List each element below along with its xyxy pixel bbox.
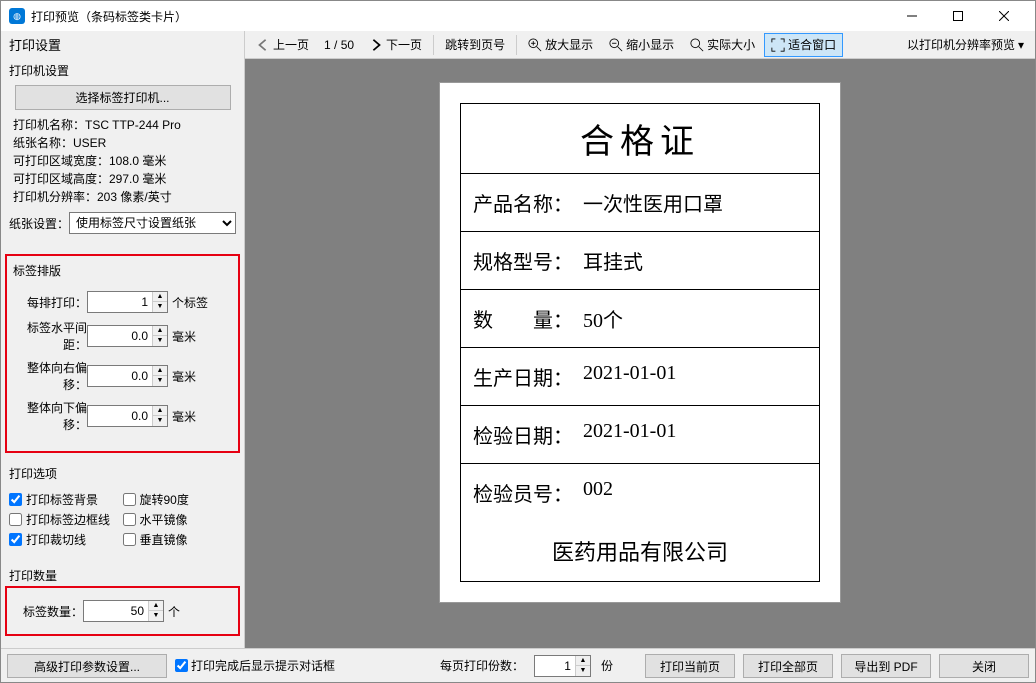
- print-all-button[interactable]: 打印全部页: [743, 654, 833, 678]
- cert-value: 2021-01-01: [583, 362, 807, 391]
- sidebar-header: 打印设置: [1, 33, 244, 58]
- per-row-label: 每排打印：: [13, 294, 87, 311]
- printer-dpi: 打印机分辨率：203 像素/英寸: [9, 188, 236, 206]
- cert-title: 合格证: [461, 104, 819, 174]
- preview-toolbar: 上一页 1 / 50 下一页 跳转到页号 放大显示 缩小显示 实际大小 适合窗口…: [245, 31, 1035, 59]
- copies-spinner[interactable]: ▲▼: [534, 655, 591, 677]
- paper-setting-label: 纸张设置：: [9, 215, 69, 232]
- qty-group-title: 打印数量: [5, 565, 240, 586]
- page-indicator: 1 / 50: [318, 38, 360, 52]
- cert-row: 检验日期：2021-01-01: [461, 406, 819, 464]
- print-height: 可打印区域高度：297.0 毫米: [9, 170, 236, 188]
- next-page-button[interactable]: 下一页: [362, 33, 429, 57]
- cert-value: 耳挂式: [583, 246, 807, 275]
- show-prompt-checkbox[interactable]: 打印完成后显示提示对话框: [175, 657, 335, 674]
- minimize-button[interactable]: [889, 1, 935, 31]
- rotate90-checkbox[interactable]: 旋转90度: [123, 491, 237, 508]
- paper-name: 纸张名称：USER: [9, 134, 236, 152]
- label-layout-group: 标签排版 每排打印： ▲▼ 个标签 标签水平间距： ▲▼ 毫米 整体向右偏移：: [5, 254, 240, 453]
- print-current-button[interactable]: 打印当前页: [645, 654, 735, 678]
- cert-row: 生产日期：2021-01-01: [461, 348, 819, 406]
- cert-company: 医药用品有限公司: [461, 521, 819, 581]
- close-button[interactable]: [981, 1, 1027, 31]
- cert-row: 规格型号：耳挂式: [461, 232, 819, 290]
- cert-value: 2021-01-01: [583, 420, 807, 449]
- cert-key: 产品名称：: [473, 188, 583, 217]
- copies-label: 每页打印份数：: [440, 657, 524, 674]
- fit-window-button[interactable]: 适合窗口: [764, 33, 843, 57]
- printer-name: 打印机名称：TSC TTP-244 Pro: [9, 116, 236, 134]
- cert-value: 002: [583, 478, 807, 507]
- qty-spinner[interactable]: ▲▼: [83, 600, 164, 622]
- preview-canvas[interactable]: 合格证 产品名称：一次性医用口罩规格型号：耳挂式数 量：50个生产日期：2021…: [245, 59, 1035, 648]
- export-pdf-button[interactable]: 导出到 PDF: [841, 654, 931, 678]
- cert-row: 产品名称：一次性医用口罩: [461, 174, 819, 232]
- cert-key: 生产日期：: [473, 362, 583, 391]
- advanced-settings-button[interactable]: 高级打印参数设置...: [7, 654, 167, 678]
- per-row-spinner[interactable]: ▲▼: [87, 291, 168, 313]
- cert-row: 检验员号：002: [461, 464, 819, 521]
- preview-main: 上一页 1 / 50 下一页 跳转到页号 放大显示 缩小显示 实际大小 适合窗口…: [245, 31, 1035, 648]
- options-group-title: 打印选项: [5, 463, 240, 484]
- printer-group-title: 打印机设置: [5, 60, 240, 81]
- window-title: 打印预览（条码标签类卡片）: [31, 8, 889, 25]
- close-page-button[interactable]: 关闭: [939, 654, 1029, 678]
- hspace-spinner[interactable]: ▲▼: [87, 325, 168, 347]
- maximize-button[interactable]: [935, 1, 981, 31]
- print-cut-checkbox[interactable]: 打印裁切线: [9, 531, 123, 548]
- cert-key: 检验员号：: [473, 478, 583, 507]
- app-icon: ◍: [9, 8, 25, 24]
- print-preview-window: ◍ 打印预览（条码标签类卡片） 打印设置 打印机设置 选择标签打印机... 打印…: [0, 0, 1036, 683]
- print-border-checkbox[interactable]: 打印标签边框线: [9, 511, 123, 528]
- print-qty-group: 打印数量 标签数量： ▲▼ 个: [5, 565, 240, 636]
- preview-mode-dropdown[interactable]: 以打印机分辨率预览 ▾: [900, 33, 1031, 57]
- actual-size-button[interactable]: 实际大小: [683, 33, 762, 57]
- hmirror-checkbox[interactable]: 水平镜像: [123, 511, 237, 528]
- footer-bar: 高级打印参数设置... 打印完成后显示提示对话框 每页打印份数： ▲▼ 份 打印…: [1, 648, 1035, 682]
- cert-value: 50个: [583, 304, 807, 333]
- chevron-down-icon: ▾: [1018, 38, 1024, 52]
- cert-value: 一次性医用口罩: [583, 188, 807, 217]
- prev-page-button[interactable]: 上一页: [249, 33, 316, 57]
- cert-key: 数 量：: [473, 304, 583, 333]
- select-printer-button[interactable]: 选择标签打印机...: [15, 85, 231, 110]
- printer-settings-group: 打印机设置 选择标签打印机... 打印机名称：TSC TTP-244 Pro 纸…: [5, 60, 240, 244]
- hspace-label: 标签水平间距：: [13, 319, 87, 353]
- certificate-card: 合格证 产品名称：一次性医用口罩规格型号：耳挂式数 量：50个生产日期：2021…: [460, 103, 820, 582]
- print-width: 可打印区域宽度：108.0 毫米: [9, 152, 236, 170]
- print-options-group: 打印选项 打印标签背景 旋转90度 打印标签边框线 水平镜像 打印裁切线 垂直镜…: [5, 463, 240, 555]
- down-offset-spinner[interactable]: ▲▼: [87, 405, 168, 427]
- cert-row: 数 量：50个: [461, 290, 819, 348]
- right-offset-spinner[interactable]: ▲▼: [87, 365, 168, 387]
- right-offset-label: 整体向右偏移：: [13, 359, 87, 393]
- vmirror-checkbox[interactable]: 垂直镜像: [123, 531, 237, 548]
- copies-unit: 份: [601, 657, 613, 674]
- cert-key: 检验日期：: [473, 420, 583, 449]
- zoom-out-button[interactable]: 缩小显示: [602, 33, 681, 57]
- down-offset-label: 整体向下偏移：: [13, 399, 87, 433]
- settings-sidebar: 打印设置 打印机设置 选择标签打印机... 打印机名称：TSC TTP-244 …: [1, 31, 245, 648]
- print-bg-checkbox[interactable]: 打印标签背景: [9, 491, 123, 508]
- zoom-in-button[interactable]: 放大显示: [521, 33, 600, 57]
- qty-label: 标签数量：: [9, 603, 83, 620]
- preview-page: 合格证 产品名称：一次性医用口罩规格型号：耳挂式数 量：50个生产日期：2021…: [440, 83, 840, 602]
- cert-key: 规格型号：: [473, 246, 583, 275]
- goto-page-button[interactable]: 跳转到页号: [438, 33, 512, 57]
- layout-group-title: 标签排版: [9, 260, 236, 281]
- titlebar: ◍ 打印预览（条码标签类卡片）: [1, 1, 1035, 31]
- paper-setting-select[interactable]: 使用标签尺寸设置纸张: [69, 212, 236, 234]
